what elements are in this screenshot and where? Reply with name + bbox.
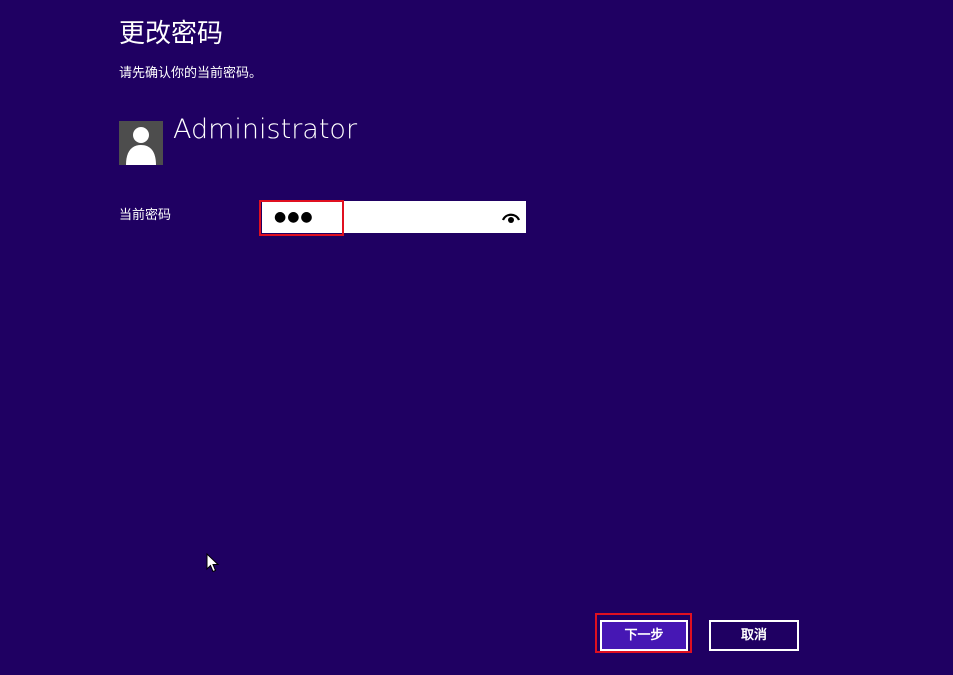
page-subtitle: 请先确认你的当前密码。 <box>119 66 263 81</box>
username: Administrator <box>173 114 358 145</box>
user-avatar <box>119 121 163 165</box>
current-password-input[interactable] <box>262 201 490 233</box>
current-password-field[interactable] <box>262 201 526 233</box>
mouse-pointer-icon <box>206 553 220 573</box>
user-silhouette-icon <box>126 127 156 165</box>
current-password-label: 当前密码 <box>119 208 172 223</box>
reveal-password-button[interactable] <box>501 209 521 225</box>
next-button[interactable]: 下一步 <box>600 620 688 651</box>
page-title: 更改密码 <box>119 19 224 49</box>
eye-icon <box>501 213 521 223</box>
cancel-button[interactable]: 取消 <box>709 620 799 651</box>
